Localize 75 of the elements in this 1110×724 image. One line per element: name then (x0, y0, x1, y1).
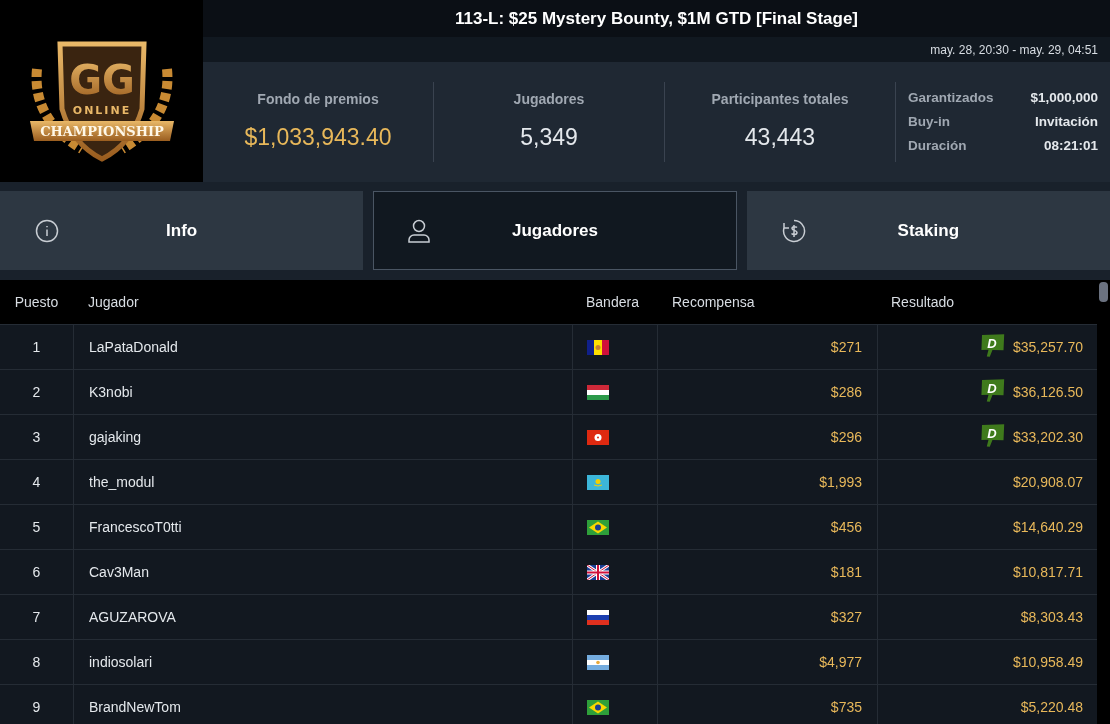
table-cell-text: K3nobi (89, 382, 133, 402)
table-cell-text: $8,303.43 (1020, 607, 1083, 627)
deal-badge: D (978, 377, 1005, 403)
flag-icon (587, 564, 609, 580)
tab[interactable]: Info (0, 191, 364, 270)
tournament-dates: may. 28, 20:30 - may. 29, 04:51 (930, 41, 1098, 59)
table-cell-text: 9 (32, 697, 41, 717)
table-cell-text: Cav3Man (89, 562, 149, 582)
detail-label: Duración (908, 137, 967, 156)
deal-badge: D (978, 422, 1005, 448)
table-cell-text: 4 (32, 472, 41, 492)
table-cell-text: $286 (830, 382, 862, 402)
tab[interactable]: Jugadores (373, 191, 737, 270)
scrollbar-thumb[interactable] (1099, 282, 1108, 302)
detail-value: 08:21:01 (1043, 137, 1098, 156)
table-cell-text: $20,908.07 (1012, 472, 1083, 492)
tournament-title: 113-L: $25 Mystery Bounty, $1M GTD [Final Stage] (454, 7, 859, 30)
detail-value: $1,000,000 (1030, 88, 1098, 107)
dollar-coin-icon (781, 219, 806, 243)
flag-icon (587, 339, 609, 355)
detail-label: Garantizados (908, 88, 994, 107)
table-cell-text: 1 (32, 337, 41, 357)
table-cell-text: 7 (32, 607, 41, 627)
table-cell-text: $271 (830, 337, 862, 357)
user-icon (408, 219, 431, 243)
tab[interactable]: Staking (746, 191, 1110, 270)
stat-label: Jugadores (513, 90, 585, 110)
flag-icon (587, 654, 609, 670)
table-cell-text: 3 (32, 427, 41, 447)
table-cell-text: $35,257.70 (1012, 337, 1083, 357)
column-header: Puesto (14, 292, 59, 312)
flag-icon (587, 609, 609, 625)
table-cell-text: $735 (830, 697, 862, 717)
table-cell-text: 5 (32, 517, 41, 537)
table-cell-text: $5,220.48 (1020, 697, 1083, 717)
championship-logo: GG ONLINE CHAMPIONSHIP (0, 0, 203, 182)
deal-badge: D (978, 332, 1005, 358)
detail-label: Buy-in (908, 112, 950, 131)
table-cell-text: 2 (32, 382, 41, 402)
stat-value: 5,349 (520, 123, 578, 153)
table-cell-text: $456 (830, 517, 862, 537)
flag-icon (587, 429, 609, 445)
stat-label: Participantes totales (711, 90, 849, 110)
table-cell-text: $14,640.29 (1012, 517, 1083, 537)
table-cell-text: indiosolari (89, 652, 153, 672)
column-header: Jugador (88, 292, 139, 312)
table-cell-text: gajaking (89, 427, 142, 447)
table-cell-text: FrancescoT0tti (89, 517, 182, 537)
table-cell-text: BrandNewTom (89, 697, 181, 717)
table-cell-text: the_modul (89, 472, 155, 492)
flag-icon (587, 474, 609, 490)
table-cell-text: $181 (830, 562, 862, 582)
flag-icon (587, 384, 609, 400)
table-cell-text: $327 (830, 607, 862, 627)
column-header: Bandera (586, 292, 639, 312)
table-cell-text: 8 (32, 652, 41, 672)
table-cell-text: $33,202.30 (1012, 427, 1083, 447)
table-cell-text: AGUZAROVA (89, 607, 176, 627)
stat-value: $1,033,943.40 (244, 123, 392, 153)
info-icon (35, 219, 59, 243)
table-cell-text: LaPataDonald (89, 337, 178, 357)
table-cell-text: $4,977 (819, 652, 862, 672)
stat-label: Fondo de premios (257, 90, 379, 110)
table-cell-text: $36,126.50 (1012, 382, 1083, 402)
column-header: Resultado (891, 292, 955, 312)
detail-value: Invitación (1035, 112, 1098, 131)
column-header: Recompensa (672, 292, 755, 312)
table-cell-text: 6 (32, 562, 41, 582)
flag-icon (587, 699, 609, 715)
table-cell-text: $296 (830, 427, 862, 447)
table-cell-text: $10,958.49 (1012, 652, 1083, 672)
stat-value: 43,443 (744, 123, 816, 153)
table-cell-text: $1,993 (819, 472, 862, 492)
flag-icon (587, 519, 609, 535)
table-cell-text: $10,817.71 (1012, 562, 1083, 582)
